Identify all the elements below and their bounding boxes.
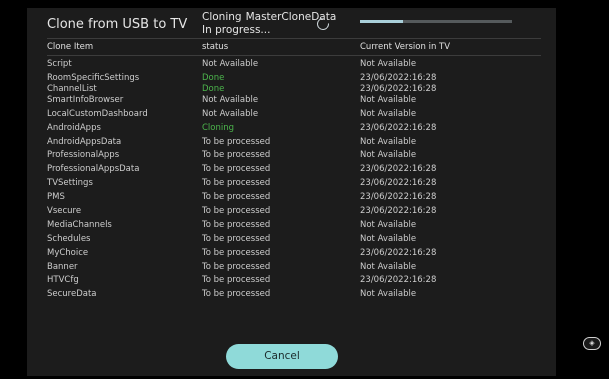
tv-screen: Clone from USB to TV Cloning MasterCloneD… (0, 0, 609, 379)
clone-item-status: Not Available (202, 94, 259, 105)
header-divider (47, 55, 541, 56)
clone-item-version: Not Available (360, 289, 417, 300)
progress-fill (360, 20, 403, 23)
clone-item-version: Not Available (360, 233, 417, 244)
clone-item-name: Banner (47, 261, 78, 272)
table-row: AndroidApps Cloning 23/06/2022:16:28 (27, 123, 556, 137)
clone-item-name: MyChoice (47, 247, 89, 258)
clone-item-name: RoomSpecificSettings (47, 72, 140, 83)
clone-item-status: To be processed (202, 192, 271, 203)
table-row: RoomSpecificSettings Done 23/06/2022:16:28 (27, 73, 556, 84)
table-row: ChannelList Done 23/06/2022:16:28 (27, 84, 556, 95)
clone-item-status: To be processed (202, 247, 271, 258)
clone-item-version: 23/06/2022:16:28 (360, 247, 437, 258)
clone-item-name: AndroidApps (47, 122, 101, 133)
table-row: LocalCustomDashboard Not Available Not Ava… (27, 109, 556, 123)
clone-item-status: To be processed (202, 275, 271, 286)
clone-item-version: 23/06/2022:16:28 (360, 72, 437, 83)
clone-item-name: HTVCfg (47, 275, 79, 286)
clone-item-status: To be processed (202, 136, 271, 147)
table-row: Banner To be processed Not Available (27, 262, 556, 276)
table-row: SecureData To be processed Not Available (27, 289, 556, 303)
clone-item-status: To be processed (202, 219, 271, 230)
clone-item-name: Vsecure (47, 206, 82, 217)
table-row: ProfessionalAppsData To be processed 23/06… (27, 164, 556, 178)
clone-item-version: 23/06/2022:16:28 (360, 178, 437, 189)
clone-item-status: To be processed (202, 178, 271, 189)
clone-item-version: Not Available (360, 59, 417, 69)
clone-item-name: ProfessionalApps (47, 150, 120, 161)
clone-item-version: 23/06/2022:16:28 (360, 192, 437, 203)
clone-item-name: ChannelList (47, 83, 97, 94)
clone-item-status: To be processed (202, 150, 271, 161)
clone-item-status: To be processed (202, 289, 271, 300)
clone-item-status: Done (202, 83, 225, 94)
table-row: Script Not Available Not Available (27, 59, 556, 73)
clone-item-version: Not Available (360, 94, 417, 105)
clone-item-name: Schedules (47, 233, 91, 244)
clone-item-status: Done (202, 72, 225, 83)
clone-item-version: Not Available (360, 108, 417, 119)
table-row: AndroidAppsData To be processed Not Availa… (27, 137, 556, 151)
clone-item-name: LocalCustomDashboard (47, 108, 148, 119)
clone-item-name: ProfessionalAppsData (47, 164, 140, 175)
table-row: MyChoice To be processed 23/06/2022:16:28 (27, 248, 556, 262)
table-row: Schedules To be processed Not Available (27, 234, 556, 248)
clone-item-name: SmartInfoBrowser (47, 94, 124, 105)
table-row: Vsecure To be processed 23/06/2022:16:28 (27, 206, 556, 220)
table-row: SmartInfoBrowser Not Available Not Availab… (27, 95, 556, 109)
clone-item-status: To be processed (202, 261, 271, 272)
column-header-current-version: Current Version in TV (360, 42, 451, 52)
clone-item-version: 23/06/2022:16:28 (360, 164, 437, 175)
clone-item-status: Cloning (202, 122, 235, 133)
table-row: TVSettings To be processed 23/06/2022:16:2… (27, 178, 556, 192)
cancel-button[interactable]: Cancel (226, 344, 338, 369)
table-row: HTVCfg To be processed 23/06/2022:16:28 (27, 275, 556, 289)
table-row: PMS To be processed 23/06/2022:16:28 (27, 192, 556, 206)
clone-item-name: PMS (47, 192, 65, 203)
clone-item-status: To be processed (202, 233, 271, 244)
clone-item-name: TVSettings (47, 178, 93, 189)
clone-item-version: 23/06/2022:16:28 (360, 206, 437, 217)
table-row: ProfessionalApps To be processed Not Avail… (27, 150, 556, 164)
clone-item-status: To be processed (202, 206, 271, 217)
clone-item-status: Not Available (202, 59, 259, 69)
clone-item-version: Not Available (360, 261, 417, 272)
remote-control-icon[interactable]: ◈ (583, 337, 601, 350)
clone-item-version: Not Available (360, 150, 417, 161)
clone-item-version: 23/06/2022:16:28 (360, 122, 437, 133)
dialog-title: Clone from USB to TV (47, 17, 188, 32)
cloning-label: Cloning (202, 11, 242, 23)
clone-item-version: Not Available (360, 219, 417, 230)
clone-dialog: Clone from USB to TV Cloning MasterCloneD… (27, 8, 556, 376)
clone-item-name: MediaChannels (47, 219, 112, 230)
clone-item-name: Script (47, 59, 72, 69)
clone-item-version: 23/06/2022:16:28 (360, 275, 437, 286)
clone-item-version: Not Available (360, 136, 417, 147)
clone-item-version: 23/06/2022:16:28 (360, 83, 437, 94)
progress-bar (360, 20, 512, 23)
table-row: MediaChannels To be processed Not Availabl… (27, 220, 556, 234)
column-header-clone-item: Clone Item (47, 42, 94, 52)
clone-item-status: To be processed (202, 164, 271, 175)
clone-items-table: Script Not Available Not Available RoomSpec… (27, 59, 556, 303)
clone-item-status: Not Available (202, 108, 259, 119)
column-header-status: status (202, 42, 229, 52)
title-divider (47, 38, 541, 39)
clone-item-name: SecureData (47, 289, 97, 300)
clone-item-name: AndroidAppsData (47, 136, 122, 147)
